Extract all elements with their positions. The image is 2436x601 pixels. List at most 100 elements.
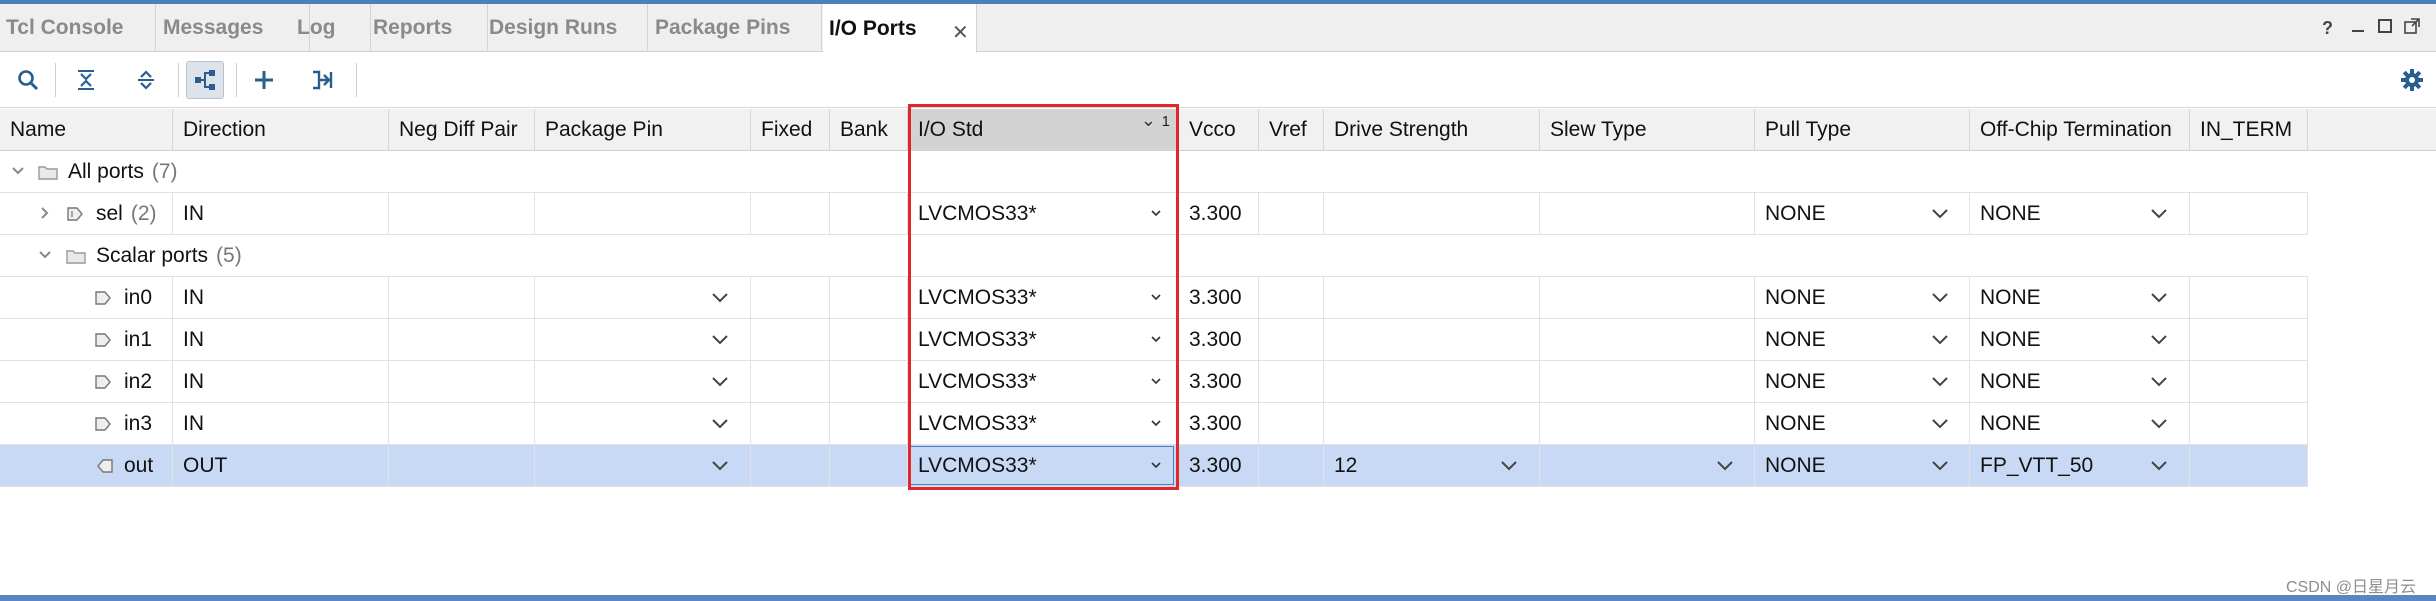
tab-label: Log <box>297 16 336 39</box>
port-count: (7) <box>151 160 178 183</box>
port-name: in3 <box>124 412 153 435</box>
vref-cell <box>1259 403 1324 445</box>
io-std-cell[interactable]: LVCMOS33* <box>908 403 1179 445</box>
collapse-all-button[interactable] <box>67 61 105 99</box>
tab-label: Messages <box>163 16 264 39</box>
port-row-in1[interactable]: in1 IN LVCMOS33* 3.300 NONE NONE <box>0 319 2308 361</box>
package-pin-cell[interactable] <box>535 277 751 319</box>
input-port-icon <box>95 333 111 347</box>
column-header-label: Off-Chip Termination <box>1980 118 2172 141</box>
add-button[interactable] <box>245 61 283 99</box>
termination-cell[interactable]: NONE <box>1970 403 2190 445</box>
maximize-icon[interactable] <box>2377 18 2393 39</box>
column-header-vref[interactable]: Vref <box>1259 109 1324 151</box>
port-row-in0[interactable]: in0 IN LVCMOS33* 3.300 NONE NONE <box>0 277 2308 319</box>
port-name: in2 <box>124 370 153 393</box>
column-header-label: IN_TERM <box>2200 118 2293 141</box>
column-header-name[interactable]: Name <box>0 109 173 151</box>
port-count: (2) <box>130 202 157 225</box>
column-header-label: Vcco <box>1189 118 1236 141</box>
direction-cell: IN <box>173 361 389 403</box>
float-window-icon[interactable] <box>2404 18 2420 39</box>
port-row-in2[interactable]: in2 IN LVCMOS33* 3.300 NONE NONE <box>0 361 2308 403</box>
chevron-down-icon <box>712 461 728 471</box>
tab-design-runs[interactable]: Design Runs <box>483 4 648 52</box>
vcco-value: 3.300 <box>1189 412 1242 435</box>
tab-bar: Tcl Console Messages Log Reports Design … <box>0 4 2436 53</box>
package-pin-cell[interactable] <box>535 361 751 403</box>
sort-order-index: 1 <box>1161 113 1170 130</box>
termination-cell[interactable]: NONE <box>1970 319 2190 361</box>
port-name-cell: sel (2) <box>0 193 173 235</box>
column-header-fixed[interactable]: Fixed <box>751 109 830 151</box>
column-header-vcco[interactable]: Vcco <box>1179 109 1259 151</box>
group-by-interface-button[interactable] <box>186 61 224 99</box>
pull-type-cell[interactable]: NONE <box>1755 403 1970 445</box>
tree-row-all-ports[interactable]: All ports (7) <box>0 151 2308 193</box>
chevron-down-icon <box>1932 377 1948 387</box>
direction-cell: IN <box>173 319 389 361</box>
help-icon[interactable]: ? <box>2322 18 2333 39</box>
fixed-cell[interactable] <box>751 277 830 319</box>
package-pin-cell[interactable] <box>535 319 751 361</box>
search-button[interactable] <box>9 61 47 99</box>
column-header-package-pin[interactable]: Package Pin <box>535 109 751 151</box>
fixed-cell[interactable] <box>751 445 830 487</box>
io-std-cell[interactable]: LVCMOS33* <box>908 319 1179 361</box>
port-row-in3[interactable]: in3 IN LVCMOS33* 3.300 NONE NONE <box>0 403 2308 445</box>
column-header-slew-type[interactable]: Slew Type <box>1540 109 1755 151</box>
termination-cell[interactable]: NONE <box>1970 361 2190 403</box>
fixed-cell[interactable] <box>751 319 830 361</box>
io-std-cell[interactable]: LVCMOS33* <box>908 361 1179 403</box>
export-button[interactable] <box>303 61 341 99</box>
column-header-io-std[interactable]: I/O Std ⌄ 1 <box>908 109 1179 151</box>
column-header-in-term[interactable]: IN_TERM <box>2190 109 2308 151</box>
folder-icon <box>38 166 58 180</box>
pull-type-cell[interactable]: NONE <box>1755 361 1970 403</box>
drive-strength-cell[interactable]: 12 <box>1324 445 1540 487</box>
column-header-drive-strength[interactable]: Drive Strength <box>1324 109 1540 151</box>
tree-row-scalar-ports[interactable]: Scalar ports (5) <box>0 235 2308 277</box>
column-header-label: Vref <box>1269 118 1307 141</box>
tab-messages[interactable]: Messages <box>157 4 310 52</box>
expand-all-button[interactable] <box>127 61 165 99</box>
pull-type-cell[interactable]: NONE <box>1755 193 1970 235</box>
io-std-cell[interactable]: LVCMOS33* <box>908 277 1179 319</box>
settings-button[interactable] <box>2393 61 2431 99</box>
chevron-down-icon <box>712 419 728 429</box>
drive-strength-cell <box>1324 403 1540 445</box>
package-pin-cell[interactable] <box>535 445 751 487</box>
column-header-pull-type[interactable]: Pull Type <box>1755 109 1970 151</box>
column-header-direction[interactable]: Direction <box>173 109 389 151</box>
io-std-cell[interactable]: LVCMOS33* <box>908 193 1179 235</box>
pull-type-cell[interactable]: NONE <box>1755 277 1970 319</box>
pull-type-cell[interactable]: NONE <box>1755 319 1970 361</box>
table-header: Name Direction Neg Diff Pair Package Pin… <box>0 109 2436 151</box>
vcco-value: 3.300 <box>1189 454 1242 477</box>
termination-cell[interactable]: NONE <box>1970 193 2190 235</box>
tab-log[interactable]: Log <box>291 4 371 52</box>
column-header-bank[interactable]: Bank <box>830 109 908 151</box>
tree-row-sel[interactable]: sel (2) IN LVCMOS33* 3.300 NONE NONE <box>0 193 2308 235</box>
neg-diff-pair-cell <box>389 193 535 235</box>
column-header-label: Name <box>10 118 67 141</box>
minimize-icon[interactable] <box>2350 18 2366 39</box>
port-row-out[interactable]: out OUT LVCMOS33* 3.300 12 NONE FP_VTT_5… <box>0 445 2308 487</box>
fixed-cell[interactable] <box>751 403 830 445</box>
pull-type-cell[interactable]: NONE <box>1755 445 1970 487</box>
column-header-off-chip-termination[interactable]: Off-Chip Termination <box>1970 109 2190 151</box>
termination-cell[interactable]: NONE <box>1970 277 2190 319</box>
tab-reports[interactable]: Reports <box>367 4 488 52</box>
column-header-neg-diff-pair[interactable]: Neg Diff Pair <box>389 109 535 151</box>
chevron-right-icon <box>41 207 49 219</box>
package-pin-cell[interactable] <box>535 403 751 445</box>
drive-strength-cell <box>1324 277 1540 319</box>
tab-label: I/O Ports <box>829 16 917 40</box>
plus-icon <box>255 71 273 89</box>
close-tab-icon[interactable]: ✕ <box>952 20 969 45</box>
termination-cell[interactable]: FP_VTT_50 <box>1970 445 2190 487</box>
fixed-cell[interactable] <box>751 361 830 403</box>
tab-package-pins[interactable]: Package Pins <box>649 4 822 52</box>
tab-tcl-console[interactable]: Tcl Console <box>0 4 156 52</box>
slew-type-cell[interactable] <box>1540 445 1755 487</box>
